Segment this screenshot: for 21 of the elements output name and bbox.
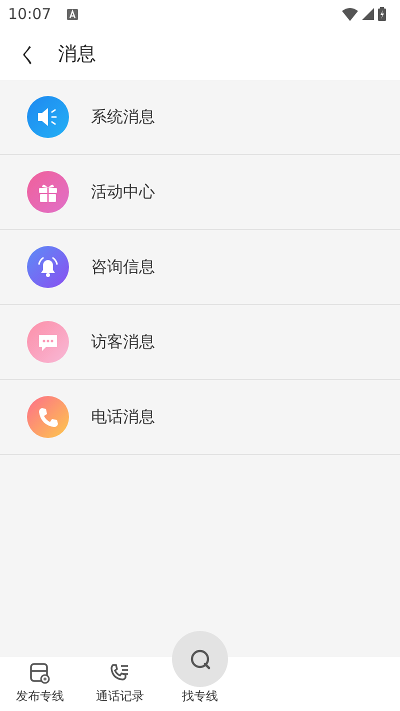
message-category-item[interactable]: 访客消息 <box>0 305 400 380</box>
message-category-item[interactable]: 咨询信息 <box>0 230 400 305</box>
bell-icon <box>27 246 69 288</box>
signal-icon <box>362 8 374 20</box>
message-category-item[interactable]: 活动中心 <box>0 155 400 230</box>
nav-label[interactable]: 找专线 <box>182 688 218 705</box>
gift-icon <box>27 171 69 213</box>
status-time: 10:07 <box>8 5 52 23</box>
chat-icon <box>27 321 69 363</box>
speaker-icon <box>27 96 69 138</box>
keyboard-icon <box>67 8 78 20</box>
search-icon <box>188 647 212 671</box>
message-category-item[interactable]: 电话消息 <box>0 380 400 455</box>
phone-icon <box>27 396 69 438</box>
nav-tab[interactable]: 通话记录 <box>80 657 160 711</box>
message-category-item[interactable]: 系统消息 <box>0 80 400 155</box>
wifi-icon <box>342 8 358 20</box>
battery-icon <box>378 7 386 21</box>
page-title: 消息 <box>58 42 96 67</box>
back-button[interactable]: く <box>14 40 42 68</box>
nav-tab[interactable]: 发布专线 <box>0 657 80 711</box>
